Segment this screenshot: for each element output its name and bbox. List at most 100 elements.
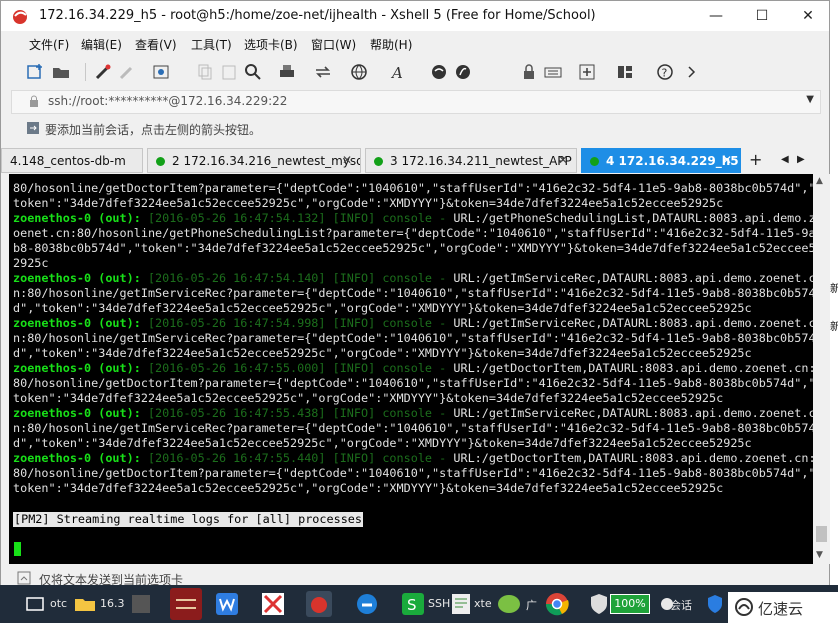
- tab-label: 4.148_centos-db-m: [10, 154, 126, 168]
- xshell-window: 172.16.34.229_h5 - root@h5:/home/zoe-net…: [0, 0, 830, 590]
- tab-next-icon[interactable]: ▶: [797, 154, 805, 165]
- pm2-status-line: [PM2] Streaming realtime logs for [all] …: [13, 512, 364, 527]
- log-text: d","token":"34de7dfef3224ee5a1c52eccee52…: [13, 436, 752, 450]
- terminal-output[interactable]: 80/hosonline/getDoctorItem?parameter={"d…: [9, 174, 813, 564]
- terminal-line: n:80/hosonline/getImServiceRec?parameter…: [13, 421, 813, 436]
- battery-indicator[interactable]: 100%: [610, 594, 650, 614]
- find-icon[interactable]: [243, 62, 263, 82]
- close-tab-icon[interactable]: ✕: [342, 153, 352, 167]
- security-shield-icon[interactable]: [586, 591, 612, 617]
- linux-probe-icon[interactable]: [170, 588, 202, 620]
- task-view-icon[interactable]: [22, 591, 48, 617]
- background-text: 新: [830, 320, 838, 333]
- terminal-line: 80/hosonline/getDoctorItem?parameter={"d…: [13, 466, 813, 481]
- menu-help[interactable]: 帮助(H): [370, 36, 412, 53]
- minimize-button[interactable]: —: [693, 1, 739, 31]
- xftp-icon[interactable]: [429, 62, 449, 82]
- log-text: token":"34de7dfef3224ee5a1c52eccee52925c…: [13, 391, 724, 405]
- keyboard-icon[interactable]: [543, 62, 563, 82]
- log-timestamp: [2016-05-26 16:47:55.440] [INFO] console…: [140, 451, 454, 465]
- address-bar[interactable]: ssh://root:**********@172.16.34.229:22 ▼: [11, 90, 821, 114]
- edge-browser-icon[interactable]: [354, 591, 380, 617]
- log-text: 80/hosonline/getDoctorItem?parameter={"d…: [13, 376, 813, 390]
- close-tab-icon[interactable]: ✕: [558, 153, 568, 167]
- process-prefix: zoenethos-0 (out):: [13, 361, 141, 375]
- menu-tools[interactable]: 工具(T): [191, 36, 232, 53]
- open-folder-icon[interactable]: [51, 62, 71, 82]
- taskbar-text: 广: [526, 599, 537, 612]
- tab-prev-icon[interactable]: ◀: [781, 154, 789, 165]
- defender-shield-icon[interactable]: [702, 591, 728, 617]
- new-session-icon[interactable]: [25, 62, 45, 82]
- paste-icon[interactable]: [219, 62, 239, 82]
- add-icon[interactable]: [577, 62, 597, 82]
- file-explorer-icon[interactable]: [72, 591, 98, 617]
- log-text: URL:/getDoctorItem,DATAURL:8083.api.demo…: [453, 361, 813, 375]
- process-prefix: zoenethos-0 (out):: [13, 316, 141, 330]
- more-icon[interactable]: [681, 62, 701, 82]
- menu-edit[interactable]: 编辑(E): [81, 36, 122, 53]
- terminal-line: b8-8038bc0b574d","token":"34de7dfef3224e…: [13, 241, 813, 256]
- tab-centos-db[interactable]: 4.148_centos-db-m: [1, 148, 143, 173]
- log-text: URL:/getImServiceRec,DATAURL:8083.api.de…: [453, 271, 813, 285]
- log-text: 2925c: [13, 256, 49, 270]
- svg-text:A: A: [390, 64, 403, 82]
- maximize-button[interactable]: ☐: [739, 1, 785, 31]
- menu-tabs[interactable]: 选项卡(B): [244, 36, 298, 53]
- connect-icon[interactable]: [93, 62, 113, 82]
- scroll-down-icon[interactable]: ▼: [816, 550, 823, 560]
- log-text: n:80/hosonline/getImServiceRec?parameter…: [13, 331, 813, 345]
- xmind-icon[interactable]: [260, 591, 286, 617]
- terminal-line: zoenethos-0 (out): [2016-05-26 16:47:55.…: [13, 406, 813, 421]
- send-text-icon[interactable]: [17, 571, 31, 585]
- log-text: b8-8038bc0b574d","token":"34de7dfef3224e…: [13, 241, 813, 255]
- process-prefix: zoenethos-0 (out):: [13, 211, 141, 225]
- scroll-thumb[interactable]: [816, 526, 827, 542]
- lock-icon: [30, 95, 38, 107]
- terminal-line: d","token":"34de7dfef3224ee5a1c52eccee52…: [13, 436, 813, 451]
- tab-h5[interactable]: 4 172.16.34.229_h5 ✕: [581, 148, 741, 173]
- globe-icon[interactable]: [349, 62, 369, 82]
- print-icon[interactable]: [277, 62, 297, 82]
- arrow-icon[interactable]: [25, 120, 41, 136]
- svg-text:S: S: [407, 596, 417, 614]
- lock-screen-icon[interactable]: [519, 62, 539, 82]
- copy-icon[interactable]: [195, 62, 215, 82]
- log-timestamp: [2016-05-26 16:47:54.998] [INFO] console…: [140, 316, 454, 330]
- taskbar-text: SSH: [428, 597, 451, 610]
- address-input[interactable]: ssh://root:**********@172.16.34.229:22: [48, 94, 287, 108]
- transfer-icon[interactable]: [313, 62, 333, 82]
- scroll-up-icon[interactable]: ▲: [816, 176, 823, 186]
- terminal-scrollbar[interactable]: ▲ ▼: [813, 174, 830, 564]
- properties-icon[interactable]: [151, 62, 171, 82]
- terminal-line: token":"34de7dfef3224ee5a1c52eccee52925c…: [13, 481, 813, 496]
- log-timestamp: [2016-05-26 16:47:54.140] [INFO] console…: [140, 271, 454, 285]
- title-bar: 172.16.34.229_h5 - root@h5:/home/zoe-net…: [1, 1, 829, 31]
- menu-view[interactable]: 查看(V): [135, 36, 177, 53]
- menu-window[interactable]: 窗口(W): [311, 36, 356, 53]
- disconnect-icon[interactable]: [117, 62, 137, 82]
- address-dropdown-icon[interactable]: ▼: [806, 94, 814, 105]
- close-tab-icon[interactable]: ✕: [722, 153, 732, 167]
- font-icon[interactable]: A: [389, 62, 409, 82]
- log-text: oenet.cn:80/hosonline/getPhoneScheduling…: [13, 226, 813, 240]
- close-button[interactable]: ✕: [785, 1, 831, 31]
- ssh-client-icon[interactable]: S: [400, 591, 426, 617]
- xshell-taskbar-icon[interactable]: [306, 591, 332, 617]
- tab-newtest-app[interactable]: 3 172.16.34.211_newtest_APP ✕: [365, 148, 577, 173]
- log-text: n:80/hosonline/getImServiceRec?parameter…: [13, 421, 813, 435]
- chrome-icon[interactable]: [544, 591, 570, 617]
- terminal-line: d","token":"34de7dfef3224ee5a1c52eccee52…: [13, 301, 813, 316]
- app-icon[interactable]: [128, 591, 154, 617]
- text-editor-icon[interactable]: [448, 591, 474, 617]
- help-icon[interactable]: ?: [655, 62, 675, 82]
- log-text: d","token":"34de7dfef3224ee5a1c52eccee52…: [13, 301, 752, 315]
- wps-writer-icon[interactable]: [214, 591, 240, 617]
- tab-newtest-mysql[interactable]: 2 172.16.34.216_newtest_mysql ✕: [147, 148, 361, 173]
- xmanager-icon[interactable]: [453, 62, 473, 82]
- layout-icon[interactable]: [615, 62, 635, 82]
- wechat-icon[interactable]: [496, 591, 522, 617]
- menu-file[interactable]: 文件(F): [29, 36, 69, 53]
- background-text: 新: [830, 282, 838, 295]
- add-tab-button[interactable]: +: [749, 150, 762, 169]
